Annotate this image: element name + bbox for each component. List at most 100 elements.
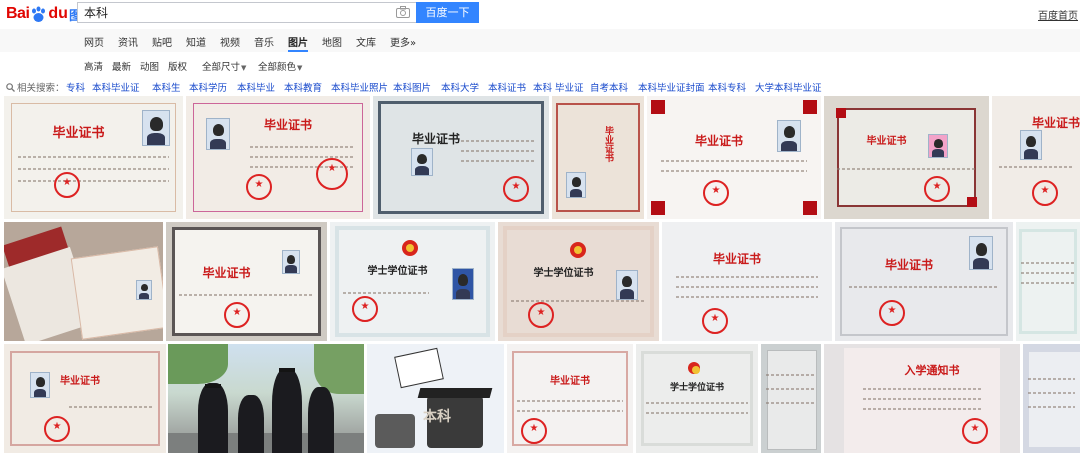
portrait-photo	[566, 172, 586, 198]
header: Bai du 图片 百度一下 百度首页	[0, 0, 1080, 29]
tab-wenku[interactable]: 文库	[356, 34, 376, 52]
related-term[interactable]: 本科学历	[189, 80, 227, 94]
chevron-down-icon: ▼	[241, 64, 247, 72]
nav-tabs: 网页 资讯 贴吧 知道 视频 音乐 图片 地图 文库 更多»	[0, 29, 1080, 52]
related-term[interactable]: 本科 毕业证	[533, 80, 584, 94]
image-result[interactable]: 毕业证书	[824, 96, 989, 219]
image-result[interactable]: 毕业证书	[166, 222, 327, 341]
portrait-photo	[136, 280, 152, 300]
text-lines	[250, 146, 356, 148]
image-result[interactable]: 毕业证书	[4, 96, 183, 219]
tab-tieba[interactable]: 贴吧	[152, 34, 172, 52]
text-lines	[999, 166, 1073, 168]
text-lines	[517, 410, 623, 412]
cap	[417, 388, 493, 398]
graduate	[272, 369, 302, 453]
related-term[interactable]: 本科教育	[284, 80, 322, 94]
national-emblem-icon	[570, 242, 586, 258]
related-term[interactable]: 本科证书	[488, 80, 526, 94]
camera-icon[interactable]	[396, 6, 410, 18]
image-result[interactable]: 入学通知书	[824, 344, 1020, 453]
tab-music[interactable]: 音乐	[254, 34, 274, 52]
image-result[interactable]	[761, 344, 821, 453]
decoration	[803, 100, 817, 114]
search-box	[77, 2, 416, 23]
certificate-title: 毕业证书	[202, 266, 251, 280]
filter-hd[interactable]: 高清	[84, 59, 103, 73]
image-result[interactable]: 毕业证书	[552, 96, 644, 219]
tab-video[interactable]: 视频	[220, 34, 240, 52]
related-term[interactable]: 本科毕业	[237, 80, 275, 94]
filter-copyright[interactable]: 版权	[168, 59, 187, 73]
image-result[interactable]: 毕业证书	[507, 344, 633, 453]
red-seal-icon	[503, 176, 529, 202]
portrait-photo	[616, 270, 638, 300]
certificate-title: 毕业证书	[603, 126, 613, 162]
text-lines	[18, 180, 169, 182]
filter-size-dropdown[interactable]: 全部尺寸▼	[202, 59, 246, 73]
image-result[interactable]: 毕业证书	[373, 96, 549, 219]
image-result[interactable]	[1016, 222, 1080, 341]
related-label: 相关搜索：	[17, 83, 65, 94]
related-searches: 相关搜索： 专科 本科毕业证 本科生 本科学历 本科毕业 本科教育 本科毕业照片…	[0, 77, 1080, 95]
related-term[interactable]: 本科生	[152, 80, 181, 94]
related-term[interactable]: 本科图片	[393, 80, 431, 94]
tree	[168, 344, 228, 384]
related-term[interactable]: 本科毕业照片	[331, 80, 388, 94]
tab-web[interactable]: 网页	[84, 34, 104, 52]
portrait-photo	[411, 148, 433, 176]
search-button[interactable]: 百度一下	[416, 2, 479, 23]
tab-more[interactable]: 更多»	[390, 34, 416, 52]
image-result[interactable]: 毕业证书	[992, 96, 1080, 219]
certificate-title: 毕业证书	[550, 376, 590, 387]
chevron-down-icon: ▼	[297, 64, 303, 72]
red-seal-icon	[224, 302, 250, 328]
related-term[interactable]: 本科大学	[441, 80, 479, 94]
image-result[interactable]: 学士学位证书	[330, 222, 495, 341]
home-link[interactable]: 百度首页	[1038, 7, 1078, 22]
related-term[interactable]: 本科专科	[708, 80, 746, 94]
text-lines	[68, 406, 154, 408]
search-input[interactable]	[78, 3, 390, 22]
search-icon	[6, 81, 15, 95]
image-result[interactable]: 毕业证书	[647, 96, 821, 219]
text-lines	[1027, 406, 1076, 408]
text-lines	[849, 286, 999, 288]
image-result[interactable]: 本科	[367, 344, 504, 453]
image-result[interactable]: 学士学位证书	[636, 344, 758, 453]
tab-zhidao[interactable]: 知道	[186, 34, 206, 52]
image-result[interactable]	[4, 222, 163, 341]
red-seal-icon	[703, 180, 729, 206]
text-lines	[765, 374, 817, 376]
document-page	[1029, 352, 1080, 447]
image-result[interactable]: 学士学位证书	[498, 222, 659, 341]
image-result[interactable]: 毕业证书	[835, 222, 1013, 341]
decoration	[803, 201, 817, 215]
text-lines	[863, 398, 981, 400]
decoration	[836, 108, 846, 118]
red-seal-icon	[879, 300, 905, 326]
tab-map[interactable]: 地图	[322, 34, 342, 52]
filter-bar: 高清 最新 动图 版权 全部尺寸▼ 全部颜色▼	[0, 55, 1080, 75]
image-result[interactable]	[168, 344, 364, 453]
image-result[interactable]: 毕业证书	[186, 96, 370, 219]
related-term[interactable]: 本科毕业证封面	[638, 80, 705, 94]
related-term[interactable]: 本科毕业证	[92, 80, 140, 94]
tab-news[interactable]: 资讯	[118, 34, 138, 52]
related-term[interactable]: 大学本科毕业证	[755, 80, 822, 94]
related-term[interactable]: 专科	[66, 80, 85, 94]
related-term[interactable]: 自考本科	[590, 80, 628, 94]
certificate-title: 毕业证书	[866, 136, 907, 147]
image-result[interactable]: 毕业证书	[4, 344, 166, 453]
tab-images[interactable]: 图片	[288, 34, 308, 52]
filter-color-dropdown[interactable]: 全部颜色▼	[258, 59, 302, 73]
image-result[interactable]: 毕业证书	[662, 222, 832, 341]
speech-sign	[394, 347, 444, 389]
filter-latest[interactable]: 最新	[112, 59, 131, 73]
image-result[interactable]	[1023, 344, 1080, 453]
text-lines	[510, 300, 647, 302]
filter-animated[interactable]: 动图	[140, 59, 159, 73]
cartoon-label: 本科	[423, 409, 451, 425]
text-lines	[18, 168, 169, 170]
red-seal-icon	[352, 296, 378, 322]
